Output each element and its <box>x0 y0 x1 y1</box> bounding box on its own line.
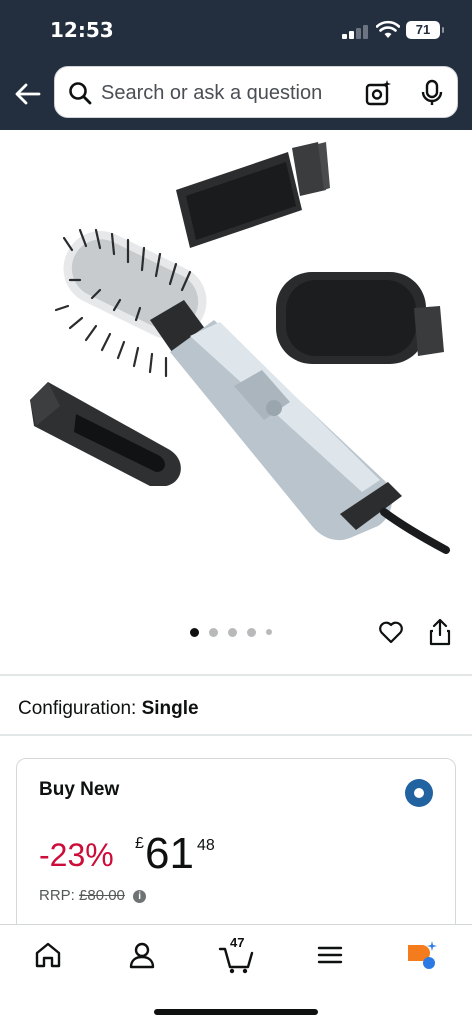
info-icon[interactable]: i <box>133 889 147 903</box>
buy-new-radio[interactable] <box>405 779 433 807</box>
configuration-label: Configuration: <box>18 698 137 719</box>
bottom-navigation: 47 <box>0 924 472 1024</box>
rrp-value: £80.00 <box>79 887 125 904</box>
search-bar[interactable]: Search or ask a question <box>54 66 458 118</box>
battery-indicator: 71 <box>406 21 444 39</box>
configuration-value: Single <box>141 698 199 719</box>
brush-attachment-top <box>176 142 330 248</box>
configuration-selector[interactable]: Configuration: Single <box>18 698 199 720</box>
heart-icon[interactable] <box>378 620 404 644</box>
carousel-dot[interactable] <box>190 627 199 637</box>
price-fraction: 48 <box>197 837 215 854</box>
status-time: 12:53 <box>50 18 114 42</box>
price-currency: £ <box>135 835 144 852</box>
divider <box>0 674 472 676</box>
buy-new-title: Buy New <box>39 779 120 800</box>
mic-icon[interactable] <box>419 79 445 107</box>
rufus-icon[interactable] <box>406 939 438 971</box>
share-icon[interactable] <box>428 618 452 646</box>
discount-percentage: -23% <box>39 837 114 873</box>
wifi-icon <box>376 20 400 38</box>
price-whole: 61 <box>145 829 194 878</box>
cellular-signal-icon <box>342 23 370 39</box>
search-input[interactable]: Search or ask a question <box>101 82 322 105</box>
search-icon <box>69 82 92 105</box>
carousel-dot[interactable] <box>266 629 272 635</box>
home-icon[interactable] <box>32 939 64 971</box>
camera-icon[interactable] <box>365 79 393 107</box>
home-indicator <box>154 1009 318 1015</box>
back-arrow-icon[interactable] <box>12 80 42 108</box>
menu-icon[interactable] <box>314 939 346 971</box>
image-carousel-indicator[interactable] <box>190 626 272 638</box>
paddle-brush-attachment <box>276 272 444 364</box>
divider <box>0 734 472 736</box>
carousel-dot[interactable] <box>228 627 237 637</box>
app-header: 12:53 71 Search or ask a question <box>0 0 472 130</box>
rrp-label: RRP: <box>39 887 75 904</box>
product-image[interactable] <box>0 130 472 610</box>
rrp-price: RRP: £80.00 i <box>39 887 147 904</box>
carousel-dot[interactable] <box>247 627 256 637</box>
cart-icon[interactable] <box>218 943 254 975</box>
nozzle-attachment <box>30 382 181 486</box>
account-icon[interactable] <box>126 939 158 971</box>
carousel-dot[interactable] <box>209 627 218 637</box>
